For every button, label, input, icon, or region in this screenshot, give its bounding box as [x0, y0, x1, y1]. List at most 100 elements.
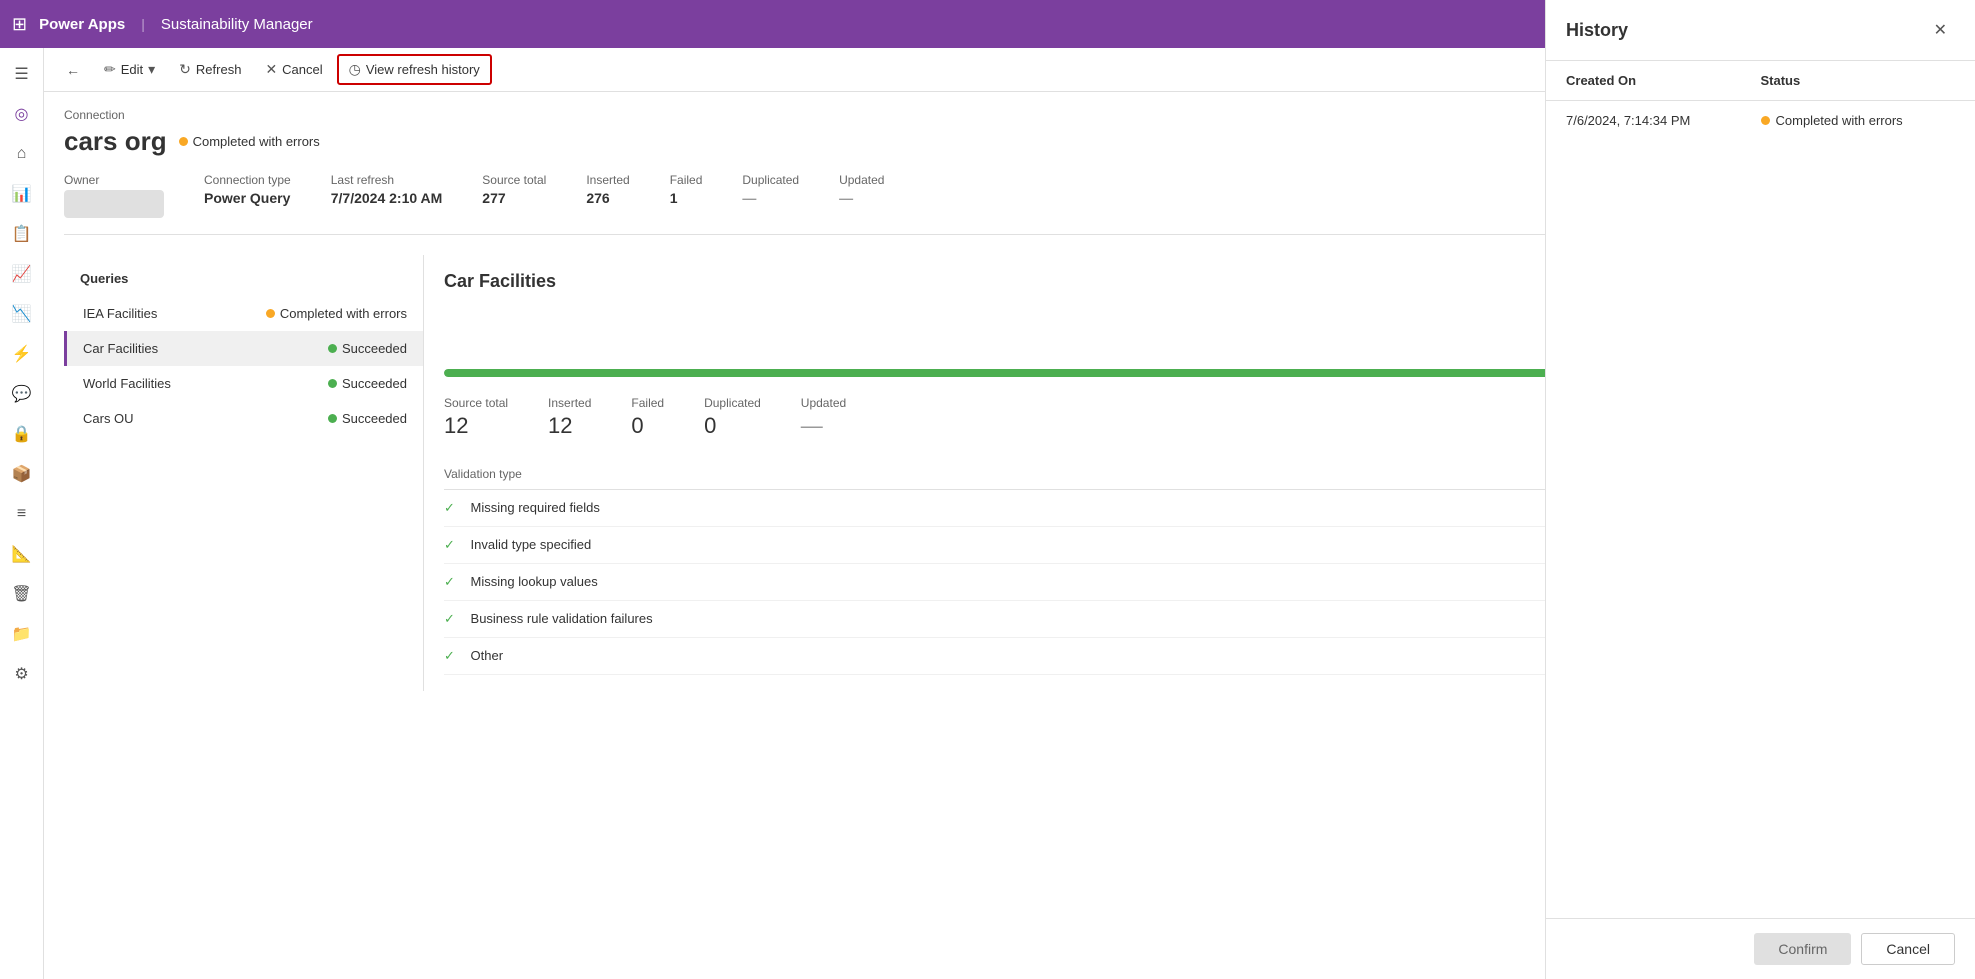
back-icon: ←: [66, 62, 80, 78]
sidebar-icons: ☰ ◎ ⌂ 📊 📋 📈 📉 ⚡ 💬 🔒 📦 ≡ 📐 🗑 📁 ⚙: [0, 48, 44, 979]
history-status-text: Completed with errors: [1776, 113, 1903, 128]
failed-meta: Failed 1: [670, 173, 703, 206]
sidebar-icon-home[interactable]: ◎: [4, 96, 40, 132]
connection-type-label: Connection type: [204, 173, 291, 187]
stat-source-total-value: 12: [444, 413, 508, 439]
history-status-badge: Completed with errors: [1761, 113, 1956, 128]
history-row: 7/6/2024, 7:14:34 PM Completed with erro…: [1546, 101, 1975, 140]
inserted-label: Inserted: [586, 173, 629, 187]
cancel-icon: ✕: [265, 61, 277, 78]
sidebar-icon-packages[interactable]: 📦: [4, 456, 40, 492]
owner-label: Owner: [64, 173, 164, 187]
sidebar-icon-menu[interactable]: ☰: [4, 56, 40, 92]
stat-duplicated-value: 0: [704, 413, 761, 439]
cancel-button[interactable]: Cancel: [1861, 933, 1955, 965]
stat-inserted-value: 12: [548, 413, 591, 439]
sidebar-icon-settings[interactable]: ≡: [4, 496, 40, 532]
stat-failed-value: 0: [631, 413, 664, 439]
cancel-button[interactable]: ✕ Cancel: [255, 56, 332, 83]
validation-type-cell: ✓ Missing lookup values: [444, 564, 1712, 601]
back-button[interactable]: ←: [56, 57, 90, 83]
source-total-value: 277: [482, 190, 546, 206]
query-status-world: Succeeded: [328, 376, 407, 391]
duplicated-meta: Duplicated —: [742, 173, 799, 206]
edit-dropdown-icon: ▾: [148, 61, 155, 78]
source-total-meta: Source total 277: [482, 173, 546, 206]
stat-updated-value: —: [801, 413, 846, 439]
owner-meta: Owner: [64, 173, 164, 218]
sidebar-icon-tools[interactable]: 📐: [4, 536, 40, 572]
sidebar-icon-security[interactable]: 🔒: [4, 416, 40, 452]
view-refresh-history-button[interactable]: ◷ View refresh history: [337, 54, 492, 85]
sidebar-icon-trash[interactable]: 🗑: [4, 576, 40, 612]
sidebar-icon-files[interactable]: 📁: [4, 616, 40, 652]
stat-inserted-label: Inserted: [548, 396, 591, 410]
duplicated-label: Duplicated: [742, 173, 799, 187]
inserted-meta: Inserted 276: [586, 173, 629, 206]
sidebar-icon-gear[interactable]: ⚙: [4, 656, 40, 692]
history-header: History ✕: [1546, 0, 1975, 61]
history-icon: ◷: [349, 61, 361, 78]
history-close-button[interactable]: ✕: [1926, 16, 1955, 44]
query-status-dot-car: [328, 344, 337, 353]
query-item-carsou[interactable]: Cars OU Succeeded: [64, 401, 423, 436]
history-status-header: Status: [1761, 73, 1956, 88]
query-status-carsou: Succeeded: [328, 411, 407, 426]
query-name-car: Car Facilities: [83, 341, 158, 356]
sidebar-icon-lightning[interactable]: ⚡: [4, 336, 40, 372]
query-name-world: World Facilities: [83, 376, 171, 391]
connection-type-value: Power Query: [204, 190, 291, 206]
history-panel: History ✕ Created On Status 7/6/2024, 7:…: [1545, 0, 1975, 979]
stat-source-total: Source total 12: [444, 396, 508, 439]
validation-type-cell: ✓ Other: [444, 638, 1712, 675]
query-status-text-world: Succeeded: [342, 376, 407, 391]
query-name-iea: IEA Facilities: [83, 306, 157, 321]
history-footer: Confirm Cancel: [1546, 918, 1975, 979]
validation-col-type: Validation type: [444, 459, 1712, 490]
stat-failed-label: Failed: [631, 396, 664, 410]
cancel-label: Cancel: [282, 62, 322, 77]
query-status-dot-iea: [266, 309, 275, 318]
check-icon: ✓: [444, 611, 455, 626]
stat-duplicated-label: Duplicated: [704, 396, 761, 410]
last-refresh-label: Last refresh: [331, 173, 443, 187]
updated-value: —: [839, 190, 884, 206]
sidebar-icon-list[interactable]: 📋: [4, 216, 40, 252]
query-status-car: Succeeded: [328, 341, 407, 356]
stat-source-total-label: Source total: [444, 396, 508, 410]
source-total-label: Source total: [482, 173, 546, 187]
failed-value: 1: [670, 190, 703, 206]
check-icon: ✓: [444, 648, 455, 663]
stat-failed: Failed 0: [631, 396, 664, 439]
edit-button[interactable]: ✏ Edit ▾: [94, 56, 165, 83]
edit-label: Edit: [121, 62, 143, 77]
validation-type-cell: ✓ Invalid type specified: [444, 527, 1712, 564]
refresh-label: Refresh: [196, 62, 242, 77]
query-item-car[interactable]: Car Facilities Succeeded: [64, 331, 423, 366]
query-status-iea: Completed with errors: [266, 306, 407, 321]
connection-status-dot: [179, 137, 188, 146]
connection-status-text: Completed with errors: [193, 134, 320, 149]
query-status-text-carsou: Succeeded: [342, 411, 407, 426]
duplicated-value: —: [742, 190, 799, 206]
owner-placeholder: [64, 190, 164, 218]
sidebar-icon-reports[interactable]: 📉: [4, 296, 40, 332]
sidebar-icon-analytics[interactable]: 📈: [4, 256, 40, 292]
query-item-world[interactable]: World Facilities Succeeded: [64, 366, 423, 401]
sidebar-icon-charts[interactable]: 📊: [4, 176, 40, 212]
updated-meta: Updated —: [839, 173, 884, 206]
sidebar-icon-dashboard[interactable]: ⌂: [4, 136, 40, 172]
stat-updated-label: Updated: [801, 396, 846, 410]
sidebar-icon-chat[interactable]: 💬: [4, 376, 40, 412]
confirm-button[interactable]: Confirm: [1754, 933, 1851, 965]
refresh-button[interactable]: ↻ Refresh: [169, 56, 251, 83]
check-icon: ✓: [444, 500, 455, 515]
query-name-carsou: Cars OU: [83, 411, 134, 426]
query-item-iea[interactable]: IEA Facilities Completed with errors: [64, 296, 423, 331]
inserted-value: 276: [586, 190, 629, 206]
history-label: View refresh history: [366, 62, 480, 77]
stat-duplicated: Duplicated 0: [704, 396, 761, 439]
refresh-icon: ↻: [179, 61, 191, 78]
history-created-on-header: Created On: [1566, 73, 1761, 88]
apps-icon[interactable]: ⊞: [12, 14, 27, 35]
